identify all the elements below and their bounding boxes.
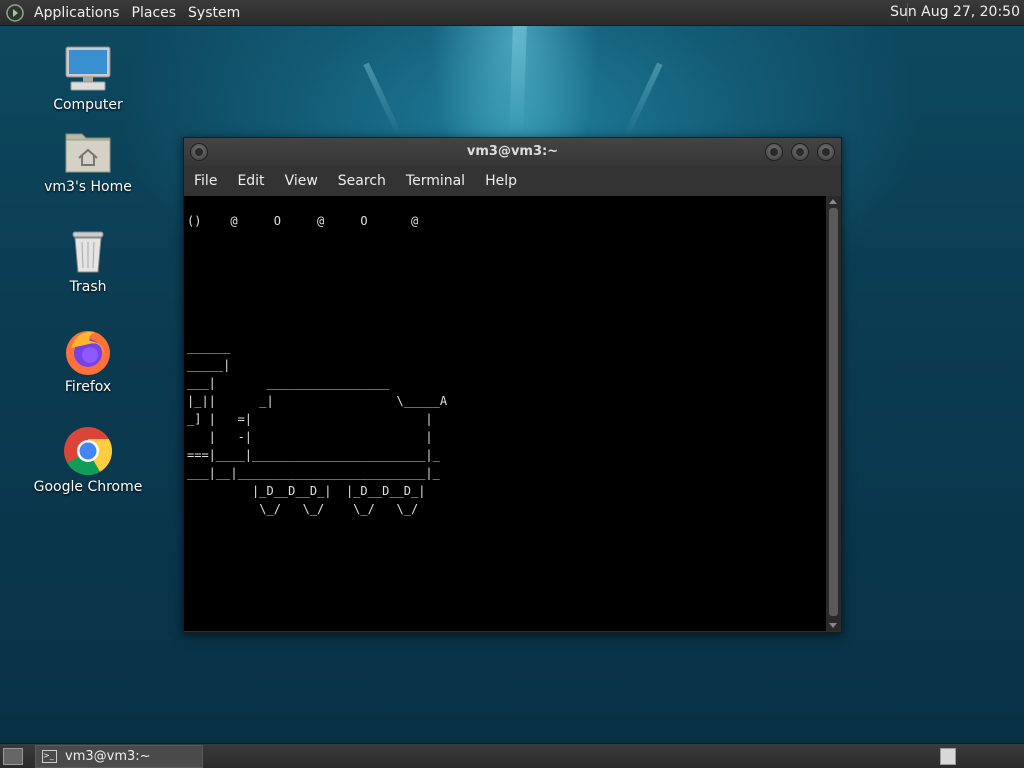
desktop-icon-label: Google Chrome (33, 479, 143, 495)
menu-edit[interactable]: Edit (227, 173, 274, 189)
terminal-icon: >_ (42, 750, 57, 763)
scroll-down-icon[interactable] (829, 623, 837, 628)
light-ray (363, 62, 403, 138)
firefox-icon (63, 326, 113, 376)
terminal-scrollbar[interactable] (826, 196, 841, 631)
computer-icon (63, 44, 113, 94)
taskbar-terminal-button[interactable]: >_ vm3@vm3:~ (35, 745, 203, 768)
bottom-panel: >_ vm3@vm3:~ (0, 743, 1024, 768)
desktop-icon-label: Firefox (64, 379, 112, 395)
terminal-menubar: File Edit View Search Terminal Help (184, 166, 841, 196)
terminal-output-text: () @ O @ O @ ______ _____| ___| ________… (187, 214, 448, 516)
scrollbar-thumb[interactable] (829, 208, 838, 616)
applications-menu[interactable]: Applications (28, 5, 126, 21)
home-folder-icon (63, 126, 113, 176)
minimize-icon[interactable] (765, 143, 783, 161)
workspace-switcher[interactable] (940, 748, 956, 765)
scroll-up-icon[interactable] (829, 199, 837, 204)
show-desktop-icon[interactable] (3, 748, 23, 765)
light-ray (509, 25, 527, 135)
menu-view[interactable]: View (275, 173, 328, 189)
menu-search[interactable]: Search (328, 173, 396, 189)
desktop-icon-label: Computer (53, 97, 123, 113)
close-icon[interactable] (817, 143, 835, 161)
clock[interactable]: Sun Aug 27, 20:50 (890, 4, 1020, 20)
system-menu[interactable]: System (182, 5, 246, 21)
desktop-icon-label: vm3's Home (44, 179, 132, 195)
light-ray (623, 62, 663, 138)
menu-terminal[interactable]: Terminal (396, 173, 475, 189)
desktop-icon-home[interactable]: vm3's Home (33, 126, 143, 195)
gnome-foot-icon[interactable] (6, 3, 24, 22)
window-titlebar[interactable]: vm3@vm3:~ (184, 138, 841, 166)
menu-file[interactable]: File (184, 173, 227, 189)
desktop-icon-trash[interactable]: Trash (33, 226, 143, 295)
places-menu[interactable]: Places (126, 5, 183, 21)
menu-help[interactable]: Help (475, 173, 527, 189)
desktop-icon-label: Trash (69, 279, 107, 295)
chrome-icon (63, 426, 113, 476)
desktop-icon-firefox[interactable]: Firefox (33, 326, 143, 395)
desktop-icon-computer[interactable]: Computer (33, 44, 143, 113)
taskbar-button-label: vm3@vm3:~ (65, 749, 151, 764)
trash-icon (63, 226, 113, 276)
top-panel: Applications Places System Sun Aug 27, 2… (0, 0, 1024, 26)
maximize-icon[interactable] (791, 143, 809, 161)
terminal-window: vm3@vm3:~ File Edit View Search Terminal… (183, 137, 842, 633)
desktop-icon-chrome[interactable]: Google Chrome (33, 426, 143, 495)
window-title: vm3@vm3:~ (466, 144, 559, 159)
terminal-output-area[interactable]: () @ O @ O @ ______ _____| ___| ________… (184, 196, 826, 631)
